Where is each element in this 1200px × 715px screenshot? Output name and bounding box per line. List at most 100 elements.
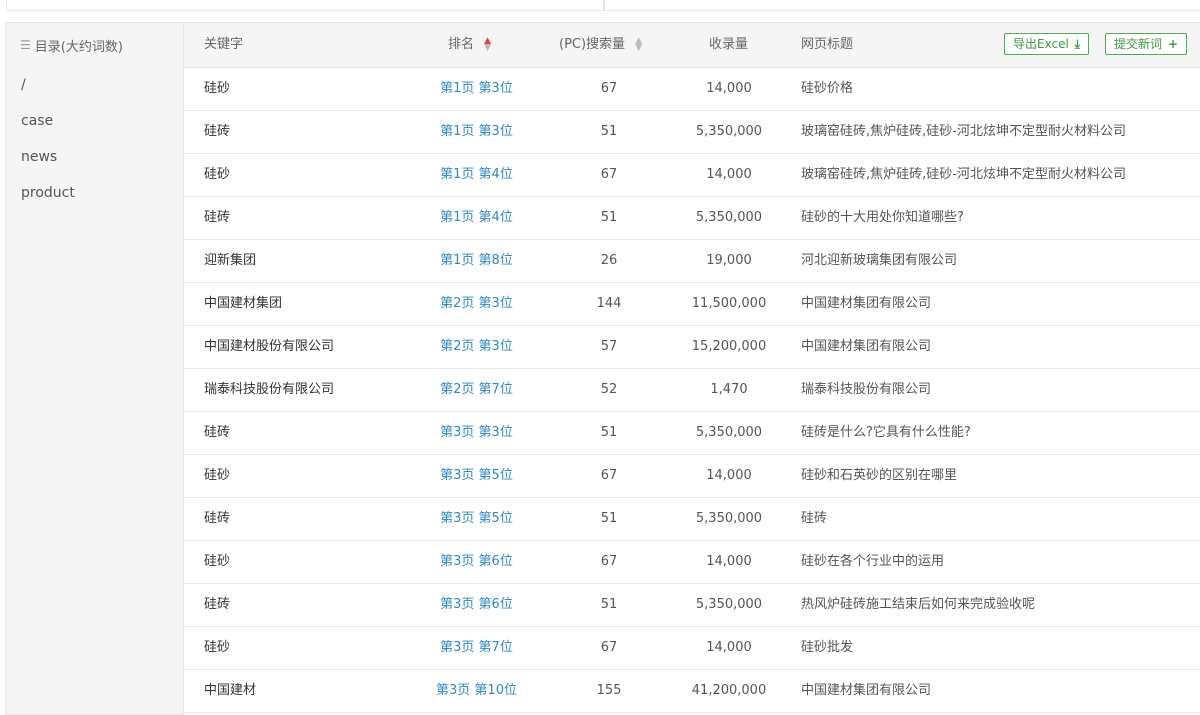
search-volume-cell: 57 bbox=[600, 339, 618, 354]
sidebar-title: 目录(大约词数) bbox=[34, 39, 123, 55]
top-panel-right bbox=[604, 0, 1200, 11]
page-title-cell: 硅砂在各个行业中的运用 bbox=[801, 554, 945, 569]
index-count-cell: 5,350,000 bbox=[695, 210, 763, 225]
index-count-cell: 14,000 bbox=[706, 554, 752, 569]
rank-link[interactable]: 第1页 第3位 bbox=[394, 68, 559, 110]
index-count-cell: 19,000 bbox=[706, 253, 752, 268]
keyword-cell: 硅砂 bbox=[204, 468, 231, 483]
sidebar-item-product[interactable]: product bbox=[6, 175, 183, 211]
rank-link[interactable]: 第3页 第5位 bbox=[394, 498, 559, 540]
header-rank[interactable]: 排名 ▲ ▼ bbox=[448, 23, 491, 67]
keyword-cell: 中国建材股份有限公司 bbox=[204, 339, 335, 354]
top-strip bbox=[0, 0, 1200, 12]
search-volume-cell: 26 bbox=[600, 253, 618, 268]
page-title-cell: 硅砂批发 bbox=[801, 640, 854, 655]
sidebar-header: ☰ 目录(大约词数) bbox=[6, 23, 183, 67]
index-count-cell: 41,200,000 bbox=[691, 683, 767, 698]
keyword-cell: 硅砖 bbox=[204, 124, 231, 139]
table-row: 硅砂 第3页 第6位 67 14,000 硅砂在各个行业中的运用 bbox=[184, 541, 1200, 584]
header-rank-label: 排名 bbox=[448, 37, 475, 52]
keyword-ranking-table: 关键字 排名 ▲ ▼ (PC)搜索量 ▲ ▼ 收录量 网页标题 导出Excel ⤓… bbox=[183, 22, 1200, 715]
top-panel-left bbox=[6, 0, 604, 11]
table-row: 硅砖 第1页 第4位 51 5,350,000 硅砂的十大用处你知道哪些? bbox=[184, 197, 1200, 240]
rank-link[interactable]: 第3页 第10位 bbox=[394, 670, 559, 712]
rank-link[interactable]: 第2页 第3位 bbox=[394, 283, 559, 325]
rank-link[interactable]: 第3页 第7位 bbox=[394, 627, 559, 669]
export-excel-label: 导出Excel bbox=[1013, 37, 1069, 51]
page-title-cell: 硅砖 bbox=[801, 511, 828, 526]
search-volume-cell: 51 bbox=[600, 210, 618, 225]
sort-desc-icon: ▼ bbox=[635, 42, 643, 53]
index-count-cell: 14,000 bbox=[706, 167, 752, 182]
keyword-cell: 硅砖 bbox=[204, 425, 231, 440]
page-title-cell: 河北迎新玻璃集团有限公司 bbox=[801, 253, 958, 268]
table-row: 硅砂 第1页 第3位 67 14,000 硅砂价格 bbox=[184, 68, 1200, 111]
rank-link[interactable]: 第1页 第4位 bbox=[394, 154, 559, 196]
rank-link[interactable]: 第3页 第3位 bbox=[394, 412, 559, 454]
table-row: 中国建材集团 第2页 第3位 144 11,500,000 中国建材集团有限公司 bbox=[184, 283, 1200, 326]
index-count-cell: 15,200,000 bbox=[691, 339, 767, 354]
header-index-count: 收录量 bbox=[709, 37, 749, 52]
header-search-volume[interactable]: (PC)搜索量 ▲ ▼ bbox=[559, 23, 642, 67]
page-title-cell: 玻璃窑硅砖,焦炉硅砖,硅砂-河北炫坤不定型耐火材料公司 bbox=[801, 124, 1126, 139]
keyword-cell: 硅砖 bbox=[204, 210, 231, 225]
table-row: 迎新集团 第1页 第8位 26 19,000 河北迎新玻璃集团有限公司 bbox=[184, 240, 1200, 283]
page-title-cell: 硅砂价格 bbox=[801, 81, 854, 96]
header-page-title: 网页标题 bbox=[801, 37, 854, 52]
search-volume-cell: 144 bbox=[596, 296, 622, 311]
rank-link[interactable]: 第3页 第6位 bbox=[394, 584, 559, 626]
plus-icon: + bbox=[1168, 37, 1179, 51]
submit-new-keyword-button[interactable]: 提交新词 + bbox=[1105, 33, 1188, 55]
search-volume-cell: 51 bbox=[600, 425, 618, 440]
table-row: 硅砂 第3页 第7位 67 14,000 硅砂批发 bbox=[184, 627, 1200, 670]
index-count-cell: 14,000 bbox=[706, 81, 752, 96]
sidebar-item-case[interactable]: case bbox=[6, 103, 183, 139]
rank-link[interactable]: 第3页 第5位 bbox=[394, 455, 559, 497]
rank-link[interactable]: 第2页 第7位 bbox=[394, 369, 559, 411]
directory-sidebar: ☰ 目录(大约词数) / case news product bbox=[5, 22, 183, 715]
table-row: 中国建材股份有限公司 第2页 第3位 57 15,200,000 中国建材集团有限公司 bbox=[184, 326, 1200, 369]
page-title-cell: 瑞泰科技股份有限公司 bbox=[801, 382, 932, 397]
keyword-cell: 中国建材 bbox=[204, 683, 257, 698]
search-volume-cell: 51 bbox=[600, 124, 618, 139]
keyword-cell: 硅砂 bbox=[204, 81, 231, 96]
table-body: 硅砂 第1页 第3位 67 14,000 硅砂价格 硅砖 第1页 第3位 51 5,350,00… bbox=[184, 68, 1200, 713]
rank-link[interactable]: 第3页 第6位 bbox=[394, 541, 559, 583]
rank-link[interactable]: 第2页 第3位 bbox=[394, 326, 559, 368]
rank-link[interactable]: 第1页 第4位 bbox=[394, 197, 559, 239]
sort-icon[interactable]: ▲ ▼ bbox=[484, 36, 491, 52]
header-search-label: (PC)搜索量 bbox=[559, 37, 626, 52]
page-title-cell: 硅砖是什么?它具有什么性能? bbox=[801, 425, 971, 440]
download-icon: ⤓ bbox=[1074, 37, 1081, 51]
keyword-cell: 迎新集团 bbox=[204, 253, 257, 268]
rank-link[interactable]: 第1页 第3位 bbox=[394, 111, 559, 153]
sidebar-item-root[interactable]: / bbox=[6, 67, 183, 103]
sidebar-item-news[interactable]: news bbox=[6, 139, 183, 175]
page-title-cell: 中国建材集团有限公司 bbox=[801, 296, 932, 311]
table-row: 硅砖 第1页 第3位 51 5,350,000 玻璃窑硅砖,焦炉硅砖,硅砂-河北炫坤不定… bbox=[184, 111, 1200, 154]
search-volume-cell: 51 bbox=[600, 597, 618, 612]
index-count-cell: 14,000 bbox=[706, 640, 752, 655]
export-excel-button[interactable]: 导出Excel ⤓ bbox=[1004, 33, 1090, 55]
page-title-cell: 硅砂和石英砂的区别在哪里 bbox=[801, 468, 958, 483]
search-volume-cell: 51 bbox=[600, 511, 618, 526]
index-count-cell: 5,350,000 bbox=[695, 597, 763, 612]
keyword-cell: 中国建材集团 bbox=[204, 296, 283, 311]
search-volume-cell: 67 bbox=[600, 640, 618, 655]
submit-new-keyword-label: 提交新词 bbox=[1114, 37, 1163, 51]
index-count-cell: 5,350,000 bbox=[695, 425, 763, 440]
rank-link[interactable]: 第1页 第8位 bbox=[394, 240, 559, 282]
index-count-cell: 5,350,000 bbox=[695, 124, 763, 139]
table-row: 硅砂 第3页 第5位 67 14,000 硅砂和石英砂的区别在哪里 bbox=[184, 455, 1200, 498]
table-header: 关键字 排名 ▲ ▼ (PC)搜索量 ▲ ▼ 收录量 网页标题 导出Excel ⤓… bbox=[184, 23, 1200, 68]
page-title-cell: 中国建材集团有限公司 bbox=[801, 339, 932, 354]
sort-icon[interactable]: ▲ ▼ bbox=[635, 36, 643, 53]
page-title-cell: 热风炉硅砖施工结束后如何来完成验收呢 bbox=[801, 597, 1036, 612]
search-volume-cell: 155 bbox=[596, 683, 622, 698]
table-row: 硅砖 第3页 第3位 51 5,350,000 硅砖是什么?它具有什么性能? bbox=[184, 412, 1200, 455]
table-row: 硅砖 第3页 第6位 51 5,350,000 热风炉硅砖施工结束后如何来完成验收呢 bbox=[184, 584, 1200, 627]
index-count-cell: 1,470 bbox=[710, 382, 748, 397]
search-volume-cell: 67 bbox=[600, 554, 618, 569]
keyword-cell: 硅砖 bbox=[204, 511, 231, 526]
table-row: 硅砖 第3页 第5位 51 5,350,000 硅砖 bbox=[184, 498, 1200, 541]
